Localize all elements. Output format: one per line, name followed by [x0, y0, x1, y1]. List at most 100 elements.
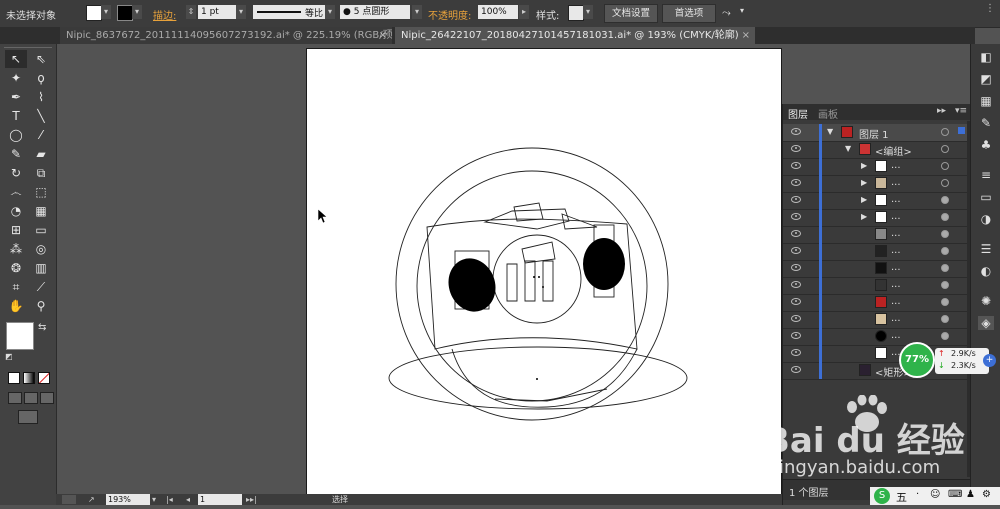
visibility-eye-icon[interactable] — [791, 162, 801, 169]
column-graph-tool-icon[interactable]: ▥ — [30, 259, 52, 277]
expand-triangle-icon[interactable]: ▶ — [861, 161, 867, 170]
layer-row[interactable]: ▶ ... — [783, 158, 967, 176]
stroke-weight-dropdown-icon[interactable]: ▾ — [236, 5, 246, 19]
layer-name[interactable]: ... — [891, 330, 901, 341]
visibility-eye-icon[interactable] — [791, 247, 801, 254]
layer-row[interactable]: ... — [783, 294, 967, 312]
layer-row[interactable]: ▼ <编组> — [783, 141, 967, 159]
outer-ring[interactable] — [395, 147, 669, 421]
eyedropper-tool-icon[interactable]: ⁂ — [5, 240, 27, 258]
lens-number-11[interactable] — [506, 260, 554, 302]
expand-triangle-icon[interactable]: ▶ — [861, 195, 867, 204]
lens-top-block[interactable] — [521, 241, 556, 264]
swatches-icon[interactable]: ▦ — [978, 94, 994, 108]
page-field[interactable]: 1 — [198, 494, 242, 505]
layer-name[interactable]: ... — [891, 211, 901, 222]
left-black-disk[interactable] — [441, 252, 503, 318]
pencil-tool-icon[interactable]: ✎ — [5, 145, 27, 163]
layer-name[interactable]: ... — [891, 262, 901, 273]
settings-icon[interactable]: ⚙ — [982, 489, 991, 500]
shape-builder-tool-icon[interactable]: ◔ — [5, 202, 27, 220]
target-circle-icon[interactable] — [941, 281, 949, 289]
preferences-button[interactable]: 首选项 — [662, 4, 716, 23]
color-panel-icon[interactable]: ◧ — [978, 50, 994, 64]
slice-tool-icon[interactable]: ⟋ — [30, 278, 52, 296]
target-circle-icon[interactable] — [941, 179, 949, 187]
ellipse-tool-icon[interactable]: ◯ — [5, 126, 27, 144]
opacity-label[interactable]: 不透明度: — [428, 7, 471, 22]
stroke-swatch[interactable] — [117, 5, 133, 21]
expand-triangle-icon[interactable]: ▶ — [861, 178, 867, 187]
panel-menu-icon[interactable]: ▾≡ — [955, 106, 967, 116]
layer-row[interactable]: ▶ ... — [783, 209, 967, 227]
layer-name[interactable]: 图层 1 — [859, 126, 889, 141]
style-swatch[interactable] — [568, 5, 584, 21]
curvature-tool-icon[interactable]: ⌇ — [30, 88, 52, 106]
layer-row[interactable]: ... — [783, 277, 967, 295]
layer-row[interactable]: ... — [783, 260, 967, 278]
default-colors-icon[interactable]: ◩ — [5, 352, 13, 361]
network-speed-widget[interactable]: 77% ↑ 2.9K/s ↓ 2.3K/s + — [899, 342, 997, 378]
transparency-icon[interactable]: ◑ — [978, 212, 994, 226]
fill-swatch[interactable] — [86, 5, 102, 21]
tab-document-1[interactable]: Nipic_8637672_20111114095607273192.ai* @… — [60, 27, 392, 44]
camera-bottom[interactable] — [451, 348, 638, 408]
artboard-tool-icon[interactable]: ⌗ — [5, 278, 27, 296]
target-circle-icon[interactable] — [941, 230, 949, 238]
visibility-eye-icon[interactable] — [791, 366, 801, 373]
screen-mode-icon[interactable] — [18, 410, 38, 424]
layer-name[interactable]: ... — [891, 177, 901, 188]
selection-square[interactable] — [958, 127, 965, 134]
opacity-dropdown-icon[interactable]: ▸ — [519, 5, 529, 19]
visibility-eye-icon[interactable] — [791, 230, 801, 237]
visibility-eye-icon[interactable] — [791, 315, 801, 322]
ime-mode-icon[interactable]: 五 — [896, 489, 907, 505]
visibility-eye-icon[interactable] — [791, 264, 801, 271]
blend-tool-icon[interactable]: ◎ — [30, 240, 52, 258]
draw-inside-icon[interactable] — [40, 392, 54, 404]
profile-dropdown-icon[interactable]: ▾ — [325, 5, 335, 19]
arrange-dropdown-icon[interactable]: ▾ — [740, 6, 748, 20]
stroke-panel-icon[interactable]: ≡ — [978, 168, 994, 182]
layers-icon[interactable]: ◈ — [978, 316, 994, 330]
color-guide-icon[interactable]: ◩ — [978, 72, 994, 86]
layer-name[interactable]: ... — [891, 160, 901, 171]
target-circle-icon[interactable] — [941, 162, 949, 170]
artboard-nav-icon[interactable] — [62, 495, 76, 504]
layer-row[interactable]: ... — [783, 243, 967, 261]
document-setup-button[interactable]: 文档设置 — [604, 4, 658, 23]
swap-colors-icon[interactable]: ⇆ — [38, 322, 46, 333]
target-circle-icon[interactable] — [941, 128, 949, 136]
hand-tool-icon[interactable]: ✋ — [5, 297, 27, 315]
layer-name[interactable]: ... — [891, 194, 901, 205]
accelerate-icon[interactable]: + — [983, 354, 996, 367]
zoom-field[interactable]: 193% — [106, 494, 150, 505]
visibility-eye-icon[interactable] — [791, 213, 801, 220]
color-mode-icon[interactable] — [8, 372, 20, 384]
fill-dropdown-icon[interactable]: ▾ — [101, 5, 111, 19]
visibility-eye-icon[interactable] — [791, 145, 801, 152]
warp-tool-icon[interactable]: ෴ — [5, 183, 27, 201]
layer-row[interactable]: ... — [783, 311, 967, 329]
share-icon[interactable]: ↗ — [88, 495, 100, 504]
target-circle-icon[interactable] — [941, 213, 949, 221]
line-tool-icon[interactable]: ╲ — [30, 107, 52, 125]
profile-select[interactable]: 等比 — [253, 5, 333, 19]
layer-name[interactable]: ... — [891, 313, 901, 324]
target-circle-icon[interactable] — [941, 247, 949, 255]
visibility-eye-icon[interactable] — [791, 332, 801, 339]
appearance-icon[interactable]: ☰ — [978, 242, 994, 256]
brush-select[interactable]: ● 5 点圆形 — [340, 5, 410, 19]
emoji-icon[interactable]: ☺ — [930, 489, 940, 500]
gradient-mode-icon[interactable] — [23, 372, 35, 384]
type-tool-icon[interactable]: T — [5, 107, 27, 125]
tab-artboards[interactable]: 画板 — [818, 106, 838, 121]
gradient-panel-icon[interactable]: ▭ — [978, 190, 994, 204]
magic-wand-tool-icon[interactable]: ✦ — [5, 69, 27, 87]
visibility-eye-icon[interactable] — [791, 179, 801, 186]
stroke-label[interactable]: 描边: — [153, 7, 176, 22]
expand-triangle-icon[interactable]: ▼ — [845, 144, 851, 153]
close-icon[interactable]: × — [379, 27, 387, 44]
perspective-grid-tool-icon[interactable]: ▦ — [30, 202, 52, 220]
expand-triangle-icon[interactable]: ▼ — [827, 127, 833, 136]
